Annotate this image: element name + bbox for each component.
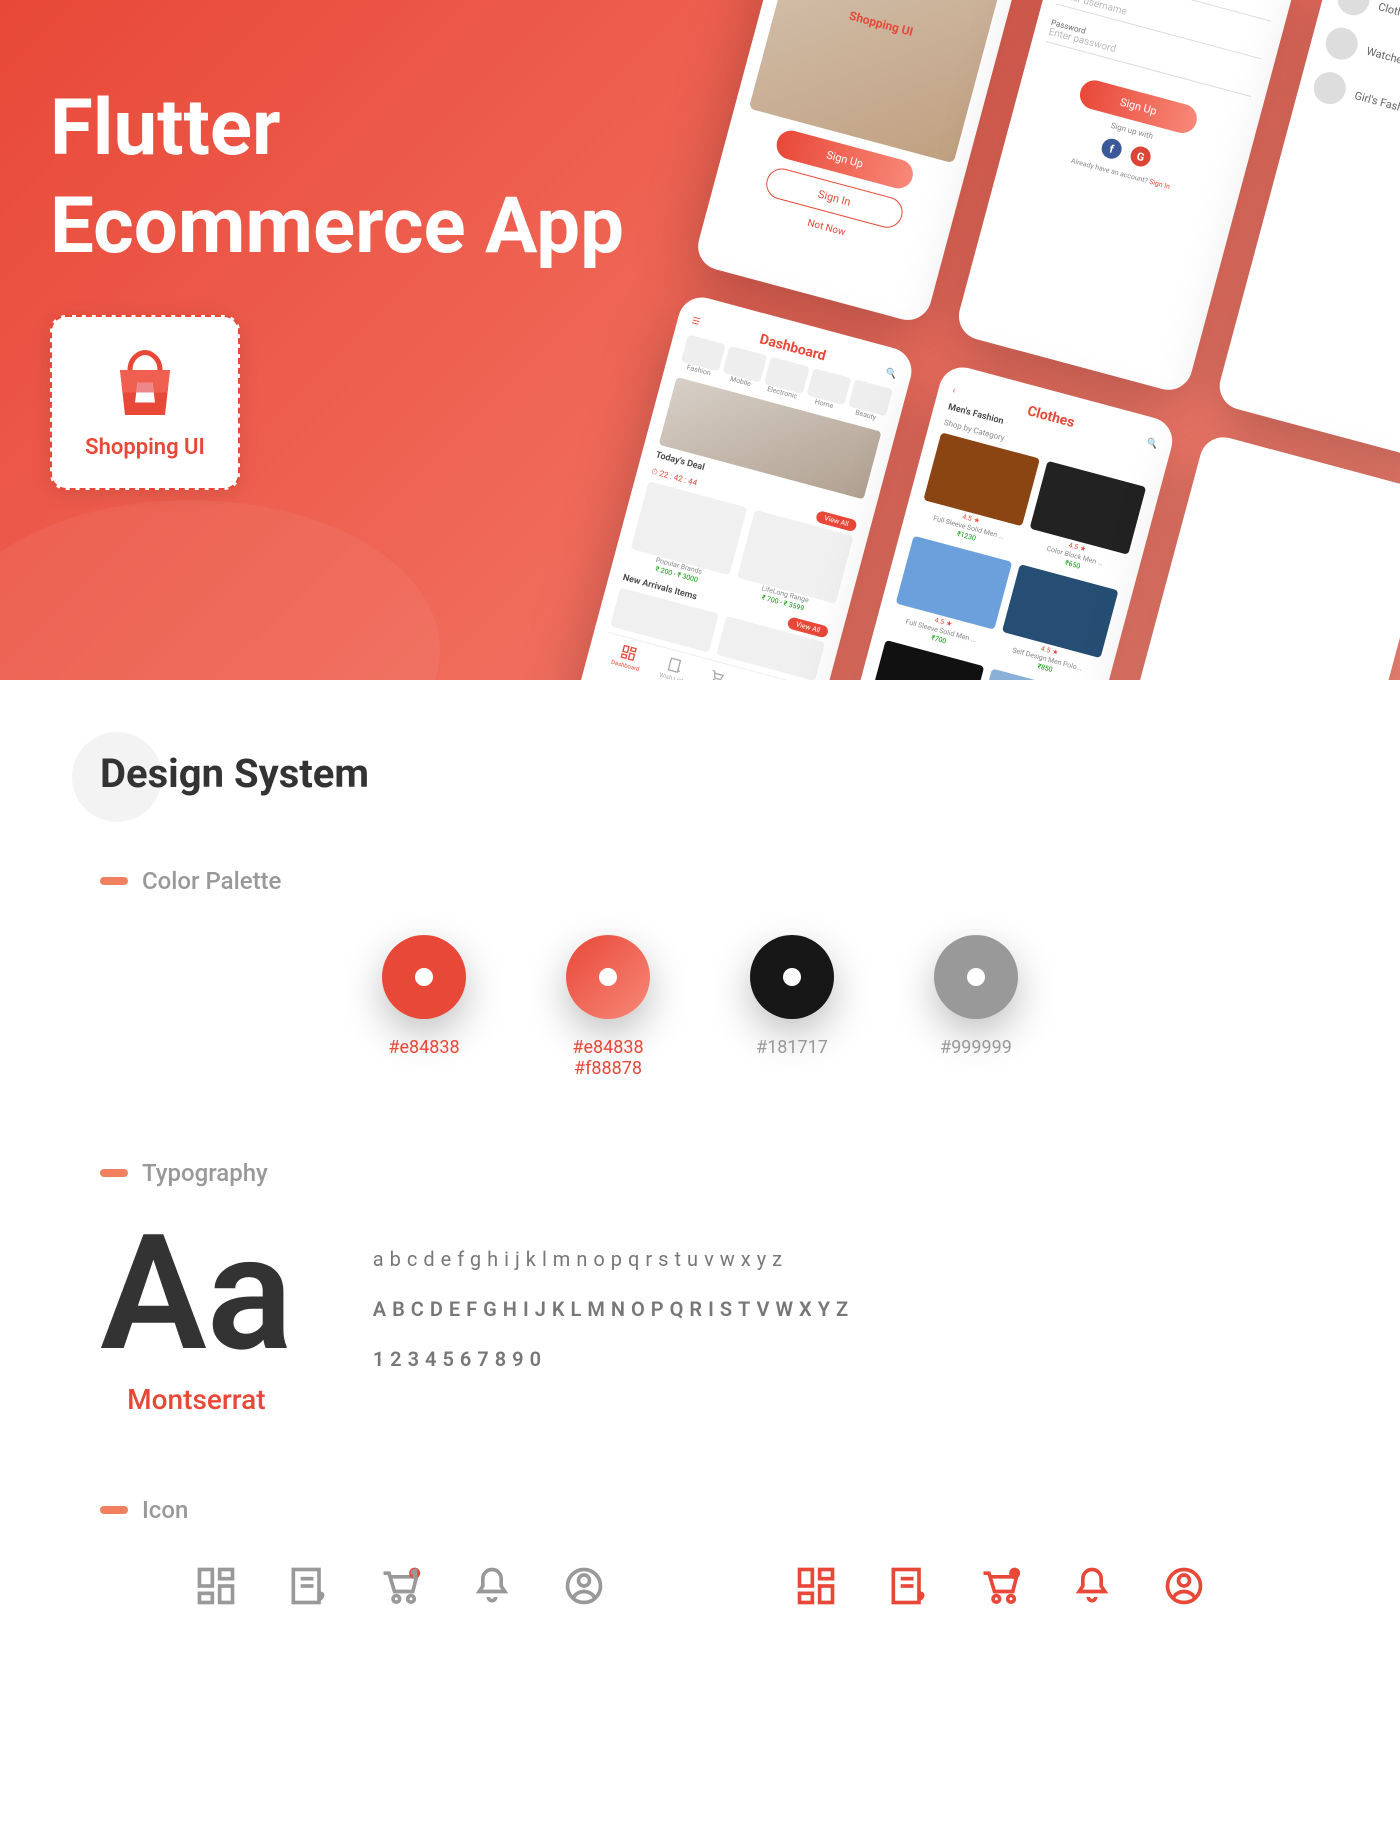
bell-icon <box>1070 1564 1114 1608</box>
swatch-primary: #e84838 <box>382 935 466 1079</box>
swatch-dark: #181717 <box>750 935 834 1079</box>
tab-mobile[interactable]: Mobile <box>721 346 768 391</box>
design-system-section: Design System Color Palette #e84838 #e84… <box>0 680 1400 1668</box>
type-digits: 1234567890 <box>373 1347 854 1371</box>
product-4[interactable]: 4.5 ★Self Design Men Polo...₹850 <box>994 564 1118 680</box>
hero-title-line1: Flutter <box>50 83 281 174</box>
type-lowercase: abcdefghijklmnopqrstuvwxyz <box>373 1247 854 1271</box>
swatch-grey: #999999 <box>934 935 1018 1079</box>
product-3[interactable]: 4.5 ★Full Sleeve Solid Men ...₹700 <box>888 536 1012 658</box>
type-uppercase: ABCDEFGHIJKLMNOPQRISTVWXYZ <box>373 1297 854 1321</box>
hero-banner: Flutter Ecommerce App Shopping UI Shoppi… <box>0 0 1400 680</box>
cart-icon: 1 <box>378 1564 422 1608</box>
nav-dashboard[interactable]: Dashboard <box>610 642 645 674</box>
icon-specimen-row: 1 1 <box>100 1564 1300 1608</box>
product-2[interactable]: 4.5 ★Color Block Men ...₹650 <box>1022 461 1146 583</box>
profile-icon <box>562 1564 606 1608</box>
tab-fashion[interactable]: Fashion <box>679 334 726 379</box>
brand-logo-text: Shopping UI <box>85 435 205 460</box>
palette-heading: Color Palette <box>100 867 1300 895</box>
palette-row: #e84838 #e84838 #f88878 #181717 #999999 <box>100 935 1300 1079</box>
hero-title: Flutter Ecommerce App <box>50 80 750 275</box>
brand-logo-card: Shopping UI <box>50 315 240 490</box>
icon-set-grey: 1 <box>194 1564 606 1608</box>
product-1[interactable]: 4.5 ★Full Sleeve Solid Men ...₹1230 <box>916 432 1040 554</box>
typography-specimen: Aa Montserrat abcdefghijklmnopqrstuvwxyz… <box>100 1227 1300 1416</box>
typography-heading: Typography <box>100 1159 1300 1187</box>
back-icon[interactable]: ‹ <box>951 386 956 396</box>
heading-dash-icon <box>100 1506 128 1514</box>
tab-home[interactable]: Home <box>804 368 851 413</box>
nav-cart[interactable]: My Cart <box>702 666 729 680</box>
swatch-gradient: #e84838 #f88878 <box>566 935 650 1079</box>
design-system-title: Design System <box>100 750 1300 797</box>
facebook-icon[interactable]: f <box>1099 136 1123 160</box>
tab-beauty[interactable]: Beauty <box>846 379 893 424</box>
tab-electronic[interactable]: Electronic <box>762 357 809 402</box>
nav-wishlist[interactable]: Wish List <box>658 654 688 680</box>
mock-dashboard: ☰ Dashboard 🔍 Fashion Mobile Electronic … <box>566 292 917 680</box>
search-icon[interactable]: 🔍 <box>884 368 897 381</box>
landing-not-now-link[interactable]: Not Now <box>806 218 846 239</box>
dashboard-icon <box>194 1564 238 1608</box>
cat-girls-fashion[interactable]: Girl's Fashion <box>1310 69 1400 155</box>
wishlist-icon <box>286 1564 330 1608</box>
hamburger-icon[interactable]: ☰ <box>690 316 700 328</box>
font-name: Montserrat <box>100 1383 293 1416</box>
heading-dash-icon <box>100 877 128 885</box>
google-icon[interactable]: G <box>1128 144 1152 168</box>
type-glyph: Aa <box>100 1227 293 1363</box>
cart-icon: 1 <box>978 1564 1022 1608</box>
profile-icon <box>1162 1564 1206 1608</box>
dashboard-icon <box>794 1564 838 1608</box>
icon-heading: Icon <box>100 1496 1300 1524</box>
icon-set-accent: 1 <box>794 1564 1206 1608</box>
svg-text:1: 1 <box>412 1570 417 1580</box>
bell-icon <box>470 1564 514 1608</box>
hero-title-line2: Ecommerce App <box>50 181 624 272</box>
heading-dash-icon <box>100 1169 128 1177</box>
search-icon[interactable]: 🔍 <box>1145 438 1158 451</box>
signup-signin-link[interactable]: Sign In <box>1148 178 1171 191</box>
svg-text:1: 1 <box>1012 1570 1017 1580</box>
wishlist-icon <box>886 1564 930 1608</box>
shopping-bag-icon <box>105 345 185 425</box>
